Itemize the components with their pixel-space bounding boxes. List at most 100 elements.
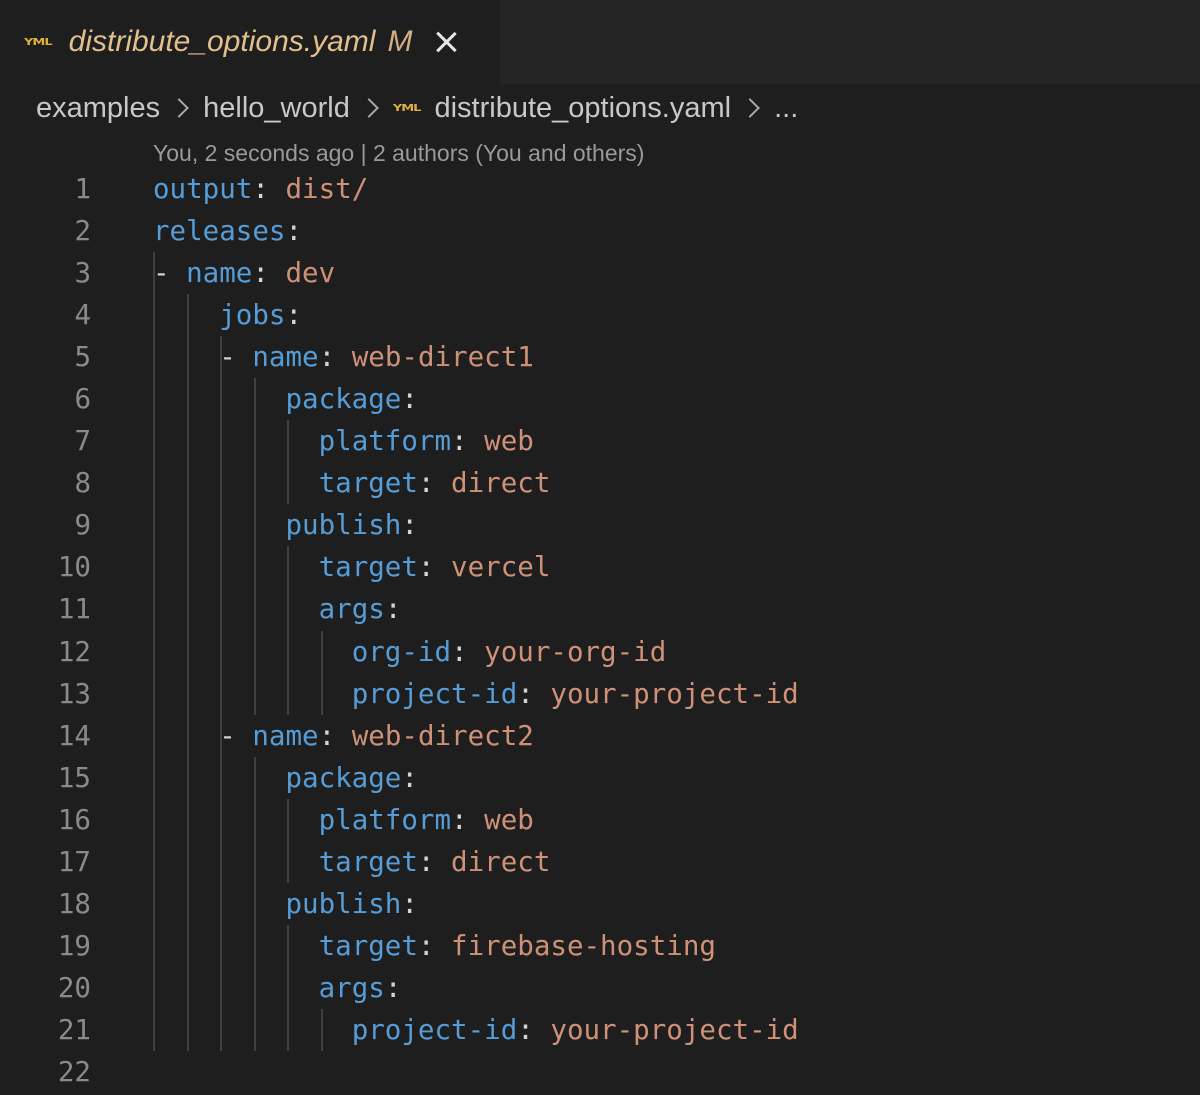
- chevron-right-icon: [740, 98, 760, 118]
- breadcrumb: examples hello_world YML distribute_opti…: [36, 88, 798, 128]
- yaml-key: target: [318, 929, 418, 962]
- yaml-value: dev: [285, 257, 336, 290]
- line-number: 19: [57, 929, 91, 962]
- yaml-value: dist/: [285, 173, 369, 205]
- code-content: project-id: your-project-id: [351, 677, 799, 710]
- yaml-value: your-project-id: [550, 677, 799, 710]
- code-line[interactable]: 19 target: firebase-hosting: [0, 924, 1200, 967]
- yaml-value: web-direct2: [351, 719, 534, 752]
- yaml-key: name: [252, 341, 319, 374]
- line-number: 11: [57, 593, 91, 626]
- yaml-key: package: [285, 761, 402, 794]
- code-content: publish:: [285, 887, 418, 920]
- code-line[interactable]: 1 output: dist/: [0, 168, 1200, 210]
- yaml-key: publish: [285, 887, 402, 920]
- yaml-key: name: [186, 257, 253, 290]
- yaml-file-icon: YML: [24, 36, 53, 48]
- code-content: releases:: [153, 215, 303, 248]
- git-blame-codelens[interactable]: You, 2 seconds ago | 2 authors (You and …: [153, 140, 644, 167]
- code-line[interactable]: 7 platform: web: [0, 420, 1200, 463]
- line-number: 9: [74, 509, 91, 542]
- yaml-key: output: [153, 173, 253, 205]
- code-line[interactable]: 6 package:: [0, 378, 1200, 421]
- code-content: jobs:: [219, 299, 303, 332]
- code-line[interactable]: 12 org-id: your-org-id: [0, 630, 1200, 673]
- yaml-key: target: [318, 845, 418, 878]
- code-content: target: direct: [318, 845, 551, 878]
- code-content: - name: dev: [153, 257, 336, 290]
- code-content: target: firebase-hosting: [318, 929, 716, 962]
- code-line[interactable]: 17 target: direct: [0, 840, 1200, 883]
- breadcrumb-item-file[interactable]: distribute_options.yaml: [434, 92, 731, 125]
- line-number: 1: [74, 173, 91, 205]
- yaml-value: firebase-hosting: [451, 929, 716, 962]
- yaml-key: project-id: [351, 1013, 518, 1046]
- code-line[interactable]: 2 releases:: [0, 210, 1200, 252]
- code-line[interactable]: 18 publish:: [0, 882, 1200, 925]
- code-content: - name: web-direct1: [219, 341, 534, 374]
- code-content: platform: web: [318, 803, 534, 836]
- yaml-key: releases: [153, 215, 286, 248]
- code-line[interactable]: 21 project-id: your-project-id: [0, 1008, 1200, 1051]
- code-content: package:: [285, 383, 418, 416]
- code-line[interactable]: 16 platform: web: [0, 798, 1200, 841]
- line-number: 8: [74, 467, 91, 500]
- yaml-value: web-direct1: [351, 341, 534, 374]
- line-number: 2: [74, 215, 91, 248]
- code-content: args:: [318, 971, 402, 1004]
- line-number: 12: [57, 635, 91, 668]
- breadcrumb-item-symbols[interactable]: ...: [774, 92, 798, 125]
- yaml-value: your-project-id: [550, 1013, 799, 1046]
- yaml-key: platform: [318, 425, 452, 458]
- code-line[interactable]: 15 package:: [0, 756, 1200, 799]
- tab-filename: distribute_options.yaml: [68, 25, 376, 58]
- line-number: 3: [74, 257, 91, 290]
- code-line[interactable]: 5 - name: web-direct1: [0, 336, 1200, 379]
- code-line[interactable]: 20 args:: [0, 966, 1200, 1009]
- code-content: project-id: your-project-id: [351, 1013, 799, 1046]
- chevron-right-icon: [358, 98, 379, 118]
- line-number: 21: [57, 1013, 91, 1046]
- code-line[interactable]: 11 args:: [0, 588, 1200, 631]
- yaml-key: target: [318, 551, 418, 584]
- yaml-key: platform: [318, 803, 452, 836]
- editor-tab[interactable]: YML distribute_options.yaml M: [0, 0, 500, 84]
- code-content: target: vercel: [318, 551, 551, 584]
- line-number: 14: [57, 719, 91, 752]
- line-number: 4: [74, 299, 91, 332]
- code-content: args:: [318, 593, 402, 626]
- tab-bar: YML distribute_options.yaml M: [0, 0, 1200, 84]
- line-number: 6: [74, 383, 91, 416]
- code-line[interactable]: 22: [0, 1051, 1200, 1093]
- line-number: 20: [57, 971, 91, 1004]
- code-content: package:: [285, 761, 418, 794]
- tab-modified-indicator: M: [387, 25, 413, 58]
- code-line[interactable]: 4 jobs:: [0, 294, 1200, 337]
- code-line[interactable]: 8 target: direct: [0, 462, 1200, 505]
- yaml-key: name: [252, 719, 319, 752]
- line-number: 18: [57, 887, 91, 920]
- code-line[interactable]: 3 - name: dev: [0, 252, 1200, 295]
- code-line[interactable]: 13 project-id: your-project-id: [0, 672, 1200, 715]
- yaml-value: vercel: [451, 551, 551, 584]
- code-content: org-id: your-org-id: [351, 635, 667, 668]
- breadcrumb-item-hello-world[interactable]: hello_world: [203, 92, 350, 125]
- yaml-value: web: [484, 803, 534, 836]
- yaml-file-icon: YML: [392, 102, 422, 114]
- close-icon[interactable]: [432, 28, 460, 56]
- code-line[interactable]: 14 - name: web-direct2: [0, 714, 1200, 757]
- yaml-key: org-id: [351, 635, 452, 668]
- yaml-key: jobs: [219, 299, 286, 332]
- code-line[interactable]: 9 publish:: [0, 504, 1200, 547]
- yaml-key: publish: [285, 509, 402, 542]
- chevron-right-icon: [169, 98, 190, 118]
- code-editor[interactable]: 1 output: dist/2 releases: 3 - name: dev 4 jo…: [0, 168, 1200, 1093]
- code-line[interactable]: 10 target: vercel: [0, 546, 1200, 589]
- yaml-value: direct: [451, 845, 551, 878]
- yaml-key: package: [285, 383, 402, 416]
- line-number: 17: [57, 845, 91, 878]
- line-number: 10: [57, 551, 91, 584]
- breadcrumb-item-examples[interactable]: examples: [36, 92, 160, 125]
- yaml-value: your-org-id: [484, 635, 667, 668]
- yaml-value: direct: [451, 467, 551, 500]
